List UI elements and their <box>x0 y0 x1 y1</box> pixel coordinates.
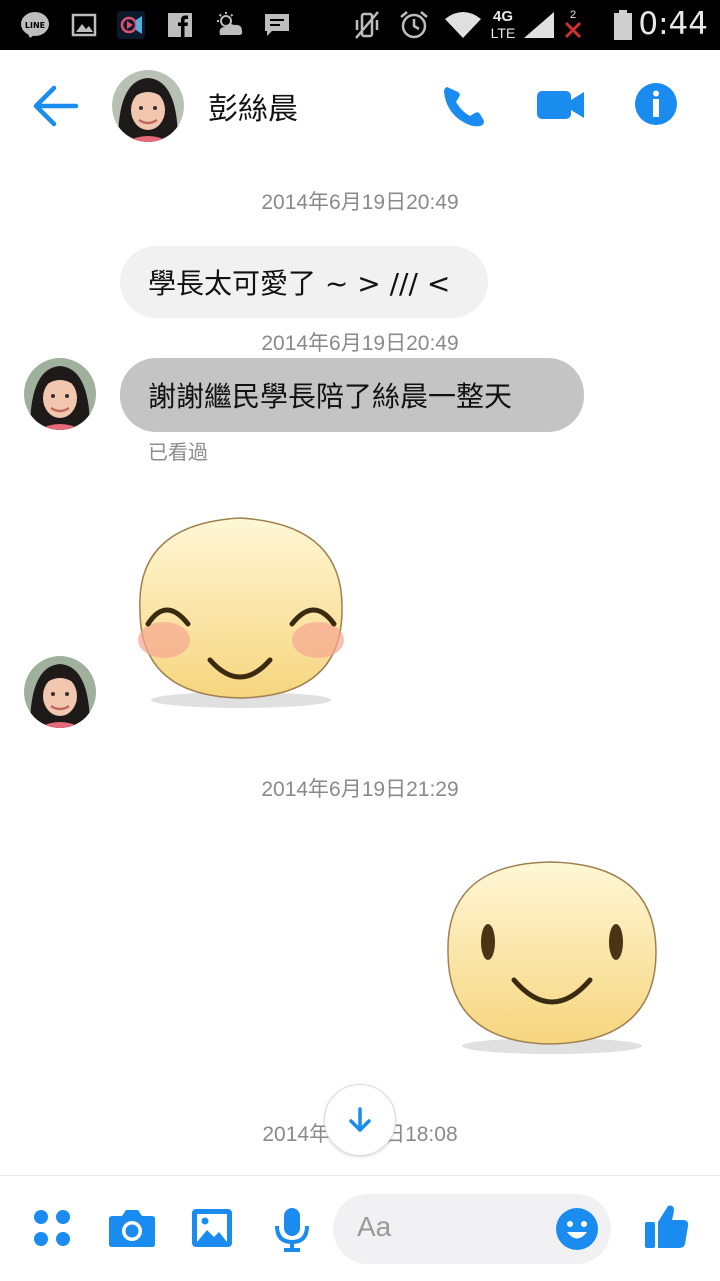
seen-indicator: 已看過 <box>148 440 208 464</box>
camera-icon[interactable] <box>108 1206 156 1250</box>
microphone-icon[interactable] <box>272 1206 316 1252</box>
emoji-icon[interactable] <box>555 1207 599 1251</box>
svg-text:LINE: LINE <box>25 21 45 30</box>
info-icon[interactable] <box>634 82 684 132</box>
message-timestamp: 2014年6月19日20:49 <box>261 332 459 355</box>
message-input-placeholder: Aa <box>357 1211 392 1242</box>
facebook-icon <box>166 10 194 40</box>
signal-icon <box>522 10 556 40</box>
sender-avatar[interactable] <box>24 656 96 728</box>
video-call-icon[interactable] <box>536 82 586 132</box>
conversation-header: 彭絲晨 <box>0 50 720 162</box>
smile-face-sticker[interactable] <box>442 856 662 1060</box>
message-text: 學長太可愛了 ~ > /// < <box>148 267 451 300</box>
more-apps-icon[interactable] <box>30 1206 74 1250</box>
gallery-notification-icon <box>70 10 98 40</box>
battery-icon <box>612 10 634 40</box>
scroll-to-bottom-button[interactable] <box>324 1084 396 1156</box>
contact-name: 彭絲晨 <box>208 92 298 127</box>
thumbs-up-icon[interactable] <box>644 1202 690 1248</box>
network-type-label: 4G LTE <box>490 7 516 41</box>
message-timestamp: 2014年6月19日20:49 <box>261 191 459 214</box>
sim2-no-signal-icon: 2 <box>562 4 584 44</box>
composer-bar: Aa <box>0 1175 720 1281</box>
message-bubble[interactable]: 學長太可愛了 ~ > /// < <box>120 246 488 318</box>
wifi-icon <box>444 10 482 40</box>
vibrate-off-icon <box>352 10 382 40</box>
sender-avatar[interactable] <box>24 358 96 430</box>
contact-avatar[interactable] <box>112 70 184 142</box>
alarm-icon <box>398 10 430 40</box>
gallery-icon[interactable] <box>190 1206 234 1250</box>
arrow-down-icon <box>349 1107 371 1132</box>
back-arrow-icon[interactable] <box>30 84 80 128</box>
line-app-icon: LINE <box>20 10 50 40</box>
sms-icon <box>262 10 292 40</box>
weather-icon <box>212 10 246 40</box>
message-bubble-selected[interactable]: 謝謝繼民學長陪了絲晨一整天 <box>120 358 584 432</box>
message-timestamp: 2014年6月19日21:29 <box>261 778 459 801</box>
video-app-icon <box>115 10 147 40</box>
clock-time: 0:44 <box>638 6 708 42</box>
status-bar: LINE 4G LTE 2 0:44 <box>0 0 720 50</box>
voice-call-icon[interactable] <box>440 82 490 132</box>
message-input[interactable]: Aa <box>333 1194 611 1264</box>
happy-face-sticker[interactable] <box>130 512 352 716</box>
message-text: 謝謝繼民學長陪了絲晨一整天 <box>148 380 513 413</box>
